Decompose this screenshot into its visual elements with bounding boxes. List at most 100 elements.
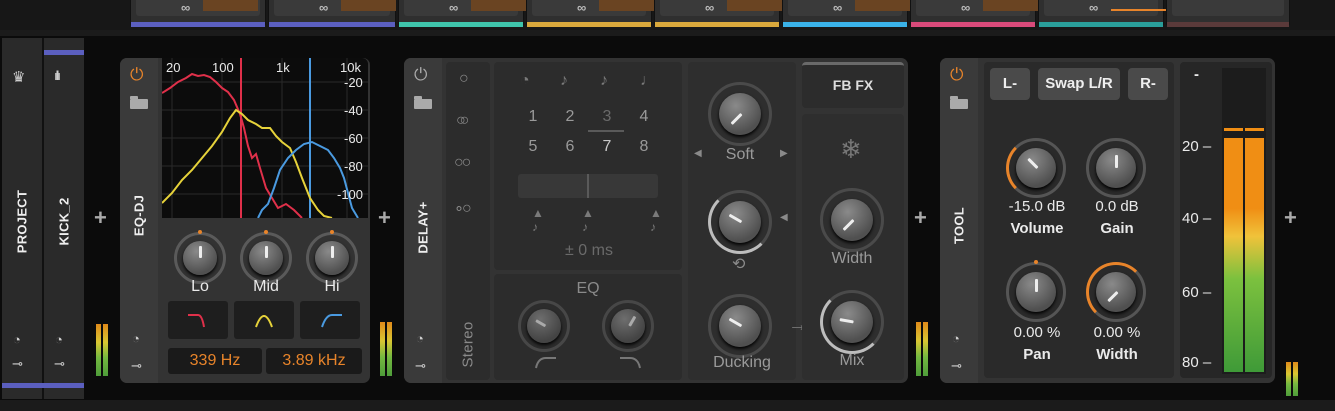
routing-icon[interactable]: ⊸ (415, 358, 426, 374)
clip-slot[interactable]: ∞ (1038, 0, 1166, 27)
step-number[interactable]: 8 (634, 138, 654, 156)
eq-display[interactable]: 20 100 1k 10k -20 -40 -60 -80 -100 (162, 58, 368, 218)
gain-value[interactable]: 0.0 dB (1076, 198, 1158, 215)
width-knob[interactable] (1086, 262, 1146, 322)
mid-knob[interactable] (240, 230, 292, 284)
pingpong-mode-icon[interactable]: ∘○ (454, 198, 472, 218)
power-icon[interactable]: ⏻ (950, 66, 963, 83)
pan-knob[interactable] (1006, 260, 1066, 322)
highpass-filter-button[interactable] (300, 301, 360, 339)
routing-icon[interactable]: ⊸ (951, 358, 962, 374)
shift-icon[interactable]: ▲ ♪ (582, 206, 594, 234)
right-invert-button[interactable]: R- (1128, 68, 1168, 100)
groove-slider[interactable] (518, 174, 658, 198)
offset-value[interactable]: ± 0 ms (554, 242, 624, 260)
track-header-kick[interactable]: ıllı KICK_2 ◔ ⊸ (44, 38, 84, 399)
width-label: Width (831, 250, 873, 267)
step-number[interactable]: 2 (560, 108, 580, 126)
db-label: -80 (344, 159, 363, 174)
note-icon[interactable]: ♪ (600, 72, 608, 90)
tone-knob[interactable] (708, 190, 772, 254)
step-number[interactable]: 6 (560, 138, 580, 156)
loop-icon[interactable]: ⟲ (732, 254, 745, 274)
lo-knob[interactable] (174, 230, 226, 284)
folder-icon[interactable] (950, 96, 968, 109)
step-number[interactable]: 4 (634, 108, 654, 126)
shift-icon[interactable]: ▲ ♪ (650, 206, 662, 234)
freeze-icon[interactable]: ❄ (840, 134, 862, 165)
clip-slot[interactable] (1166, 0, 1290, 27)
eq-low-knob[interactable] (518, 300, 570, 352)
mix-knob[interactable] (820, 290, 884, 354)
lo-label: Lo (191, 278, 209, 295)
routing-icon[interactable]: ⊸ (54, 356, 65, 372)
step-number[interactable]: 1 (523, 108, 543, 126)
mono-mode-icon[interactable]: ○ (459, 70, 469, 88)
clock-icon[interactable]: ◔ (55, 332, 63, 347)
volume-label: Volume (1010, 220, 1064, 237)
clip-slot[interactable]: ∞ (782, 0, 910, 27)
folder-icon[interactable] (130, 96, 148, 109)
lowpass-filter-button[interactable] (168, 301, 228, 339)
prev-arrow-icon[interactable]: ◀ (694, 148, 702, 159)
left-invert-button[interactable]: L- (990, 68, 1030, 100)
next-arrow-icon[interactable]: ▶ (780, 148, 788, 159)
device-title: EQ-DJ (131, 194, 147, 237)
clip-slot[interactable]: ∞ (130, 0, 266, 27)
db-label: -40 (344, 103, 363, 118)
add-device-button[interactable]: + (94, 205, 107, 231)
feedback-knob[interactable] (708, 82, 772, 146)
hi-label: Hi (324, 278, 340, 295)
clip-slot[interactable]: ∞ (910, 0, 1038, 27)
clip-slot[interactable]: ∞ (654, 0, 782, 27)
output-panel: ❄ Width Mix (802, 114, 904, 380)
device-title: TOOL (951, 206, 967, 245)
eq-dj-device: ⏻ EQ-DJ ◔ ⊸ 20 100 1k 10k -20 -40 -60 -8… (120, 58, 370, 383)
volume-value[interactable]: -15.0 dB (996, 198, 1078, 215)
ducking-knob[interactable] (708, 294, 772, 358)
volume-knob[interactable] (1006, 138, 1066, 198)
high-frequency-field[interactable]: 3.89 kHz (266, 348, 362, 374)
add-device-button[interactable]: + (378, 205, 391, 231)
bandpass-filter-button[interactable] (234, 301, 294, 339)
pan-value[interactable]: 0.00 % (996, 324, 1078, 341)
power-icon[interactable]: ⏻ (130, 66, 143, 83)
low-frequency-field[interactable]: 339 Hz (168, 348, 262, 374)
gain-knob[interactable] (1086, 138, 1146, 198)
fb-fx-button[interactable]: FB FX (802, 62, 904, 108)
width-knob[interactable] (820, 188, 884, 252)
mode-label: Stereo (459, 321, 477, 368)
eq-high-knob[interactable] (602, 300, 654, 352)
swap-lr-button[interactable]: Swap L/R (1038, 68, 1120, 100)
add-device-button[interactable]: + (914, 205, 927, 231)
clock-icon[interactable]: ◔ (416, 331, 424, 346)
track-label: KICK_2 (56, 197, 72, 246)
note-icon[interactable]: ♩ (640, 72, 656, 90)
ducking-label: Ducking (713, 354, 771, 371)
level-meter (96, 320, 110, 376)
clock-icon[interactable]: ◔ (952, 331, 960, 346)
add-device-button[interactable]: + (1284, 205, 1297, 231)
clock-icon[interactable]: ◔ (13, 332, 21, 347)
hi-knob[interactable] (306, 230, 358, 284)
step-number[interactable]: 3 (597, 108, 617, 126)
note-icon[interactable]: ♪ (560, 72, 568, 90)
step-number[interactable]: 5 (523, 138, 543, 156)
track-header-project[interactable]: ♛ PROJECT ◔ ⊸ (2, 38, 42, 399)
clip-slot[interactable]: ∞ (268, 0, 396, 27)
folder-icon[interactable] (414, 96, 432, 109)
sync-icon[interactable]: ◔ (520, 72, 530, 90)
routing-icon[interactable]: ⊸ (12, 356, 23, 372)
stereo-mode-icon[interactable]: ○○ (456, 112, 470, 130)
clip-slot[interactable]: ∞ (526, 0, 654, 27)
power-icon[interactable]: ⏻ (414, 66, 427, 83)
routing-icon[interactable]: ⊸ (131, 358, 142, 374)
shift-icon[interactable]: ▲ ♪ (532, 206, 544, 234)
gain-label: Gain (1100, 220, 1134, 237)
clip-slot[interactable]: ∞ (398, 0, 526, 27)
dual-mode-icon[interactable]: ○○ (454, 154, 471, 172)
meter-scale-label: 80 – (1182, 354, 1212, 371)
clock-icon[interactable]: ◔ (132, 331, 140, 346)
step-number[interactable]: 7 (597, 138, 617, 156)
width-value[interactable]: 0.00 % (1076, 324, 1158, 341)
